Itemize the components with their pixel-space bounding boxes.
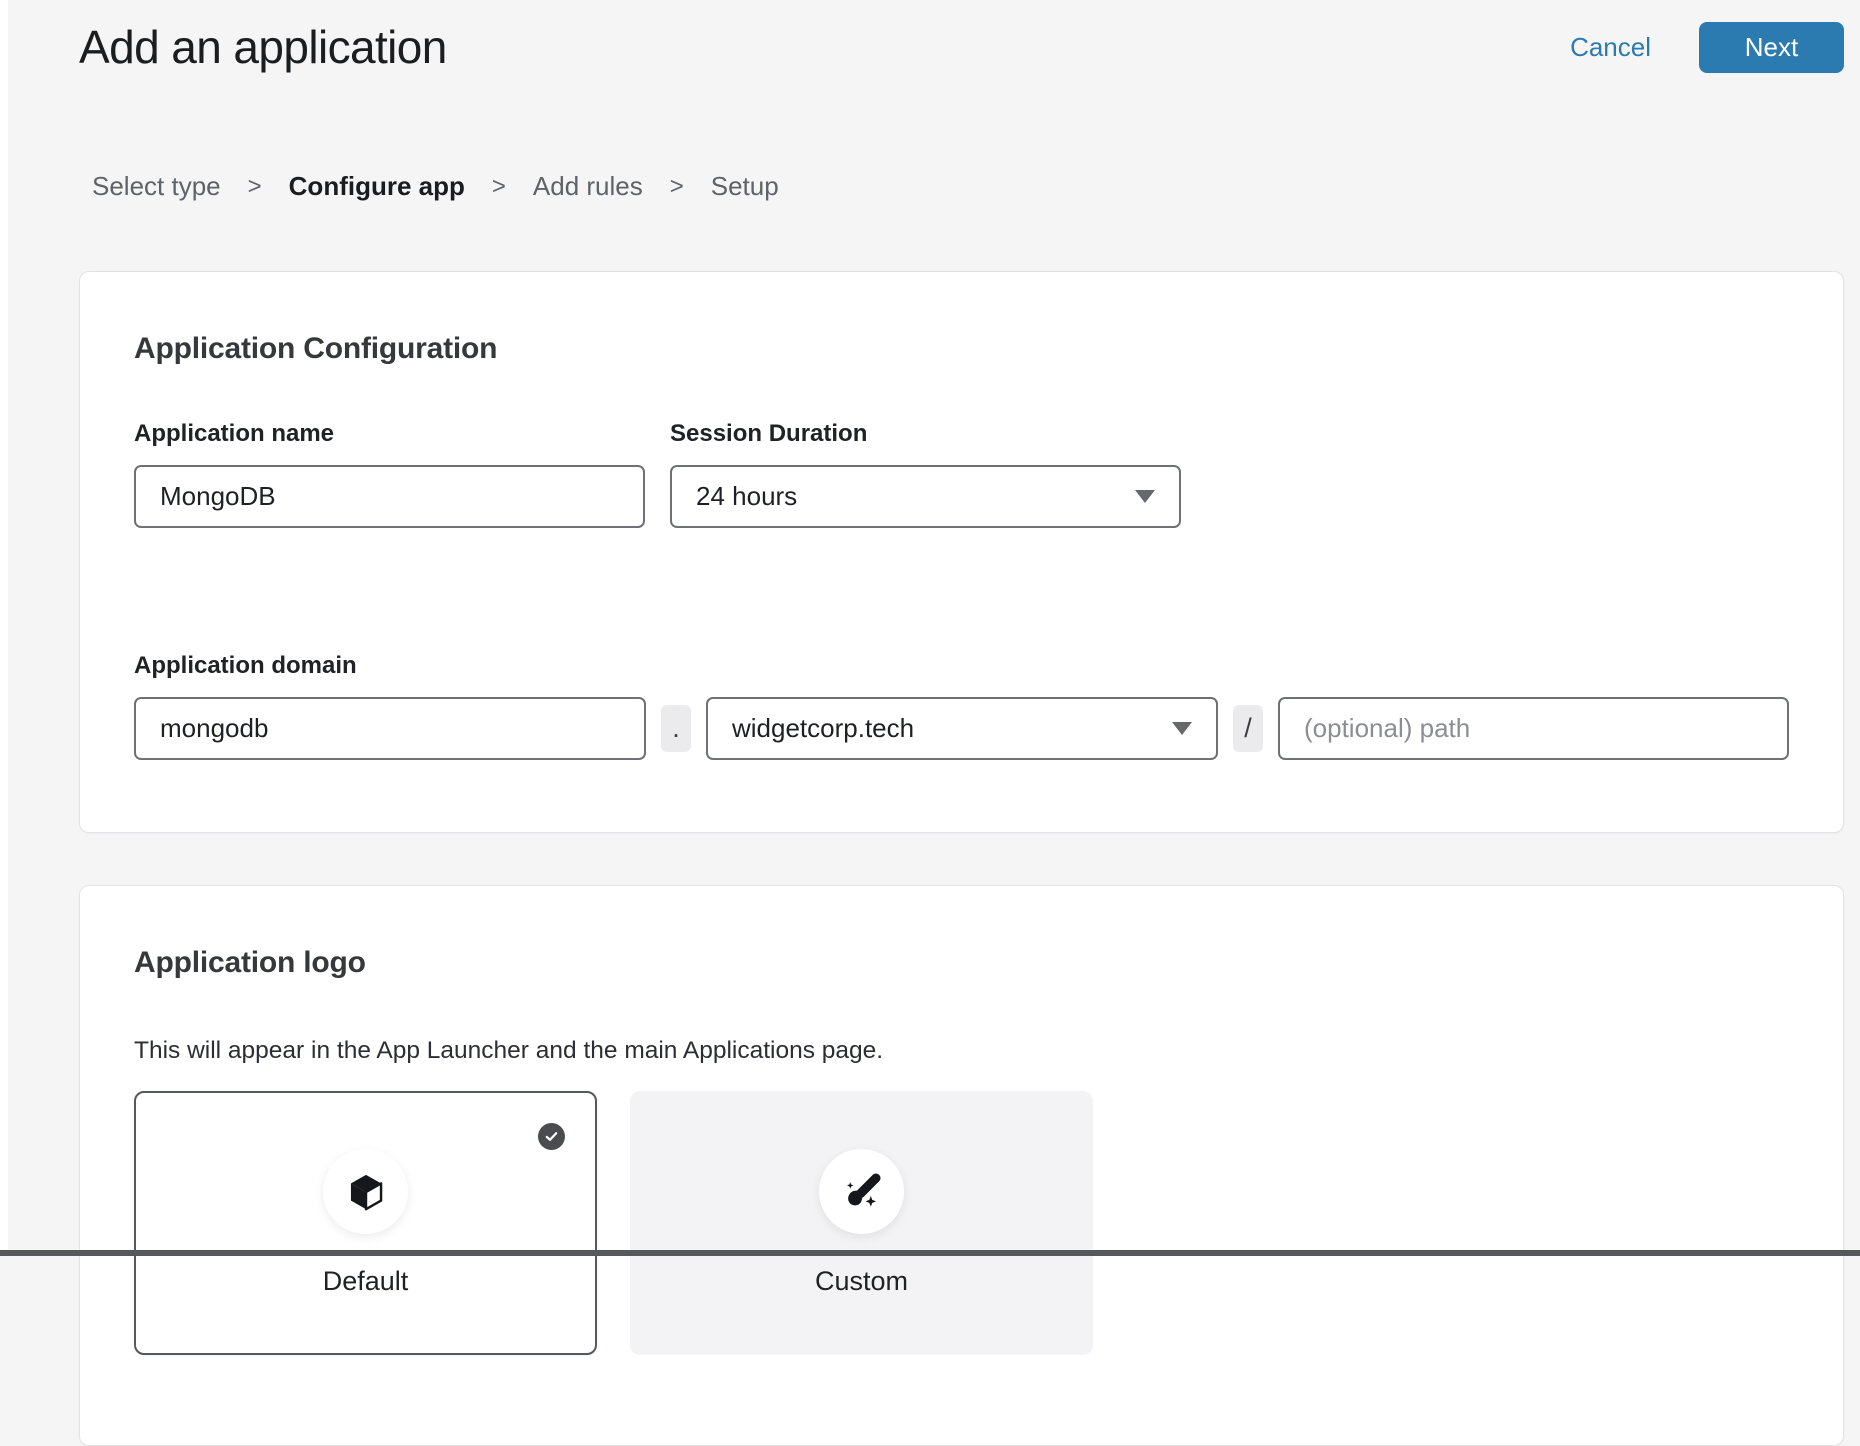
step-add-rules[interactable]: Add rules xyxy=(533,171,643,202)
wizard-steps: Select type > Configure app > Add rules … xyxy=(79,171,1844,202)
slash-separator: / xyxy=(1233,705,1263,752)
main-content: Add an application Cancel Next Select ty… xyxy=(79,0,1844,1446)
left-edge-strip xyxy=(0,0,8,1256)
page-title: Add an application xyxy=(79,20,447,74)
dot-separator: . xyxy=(661,705,691,752)
default-logo-option[interactable]: Default xyxy=(134,1091,597,1355)
bottom-edge-bar xyxy=(0,1250,1860,1256)
configuration-section-title: Application Configuration xyxy=(134,332,1789,366)
cube-icon xyxy=(345,1171,387,1213)
header-actions: Cancel Next xyxy=(1564,22,1844,73)
domain-select-value: widgetcorp.tech xyxy=(732,713,914,744)
step-separator-icon: > xyxy=(492,173,506,201)
path-input[interactable] xyxy=(1278,697,1789,760)
page-header: Add an application Cancel Next xyxy=(79,20,1844,74)
step-separator-icon: > xyxy=(248,173,262,201)
application-logo-card: Application logo This will appear in the… xyxy=(79,885,1844,1446)
session-duration-value: 24 hours xyxy=(696,481,797,512)
session-duration-field: Session Duration 24 hours xyxy=(670,420,1181,528)
chevron-down-icon xyxy=(1135,490,1155,503)
selected-check-icon xyxy=(538,1123,565,1150)
domain-select[interactable]: widgetcorp.tech xyxy=(706,697,1218,760)
paintbrush-icon xyxy=(840,1170,884,1214)
logo-options-row: Default Custom xyxy=(134,1091,1789,1355)
logo-description: This will appear in the App Launcher and… xyxy=(134,1037,1789,1065)
application-domain-row: . widgetcorp.tech / xyxy=(134,697,1789,760)
application-name-label: Application name xyxy=(134,420,645,448)
step-separator-icon: > xyxy=(670,173,684,201)
default-logo-label: Default xyxy=(136,1266,595,1297)
subdomain-input[interactable] xyxy=(134,697,646,760)
step-setup[interactable]: Setup xyxy=(711,171,779,202)
custom-logo-option[interactable]: Custom xyxy=(630,1091,1093,1355)
page: { "header": { "title": "Add an applicati… xyxy=(0,0,1860,1256)
cancel-button[interactable]: Cancel xyxy=(1564,31,1657,64)
next-button[interactable]: Next xyxy=(1699,22,1844,73)
application-name-field: Application name xyxy=(134,420,645,528)
chevron-down-icon xyxy=(1172,722,1192,735)
session-duration-label: Session Duration xyxy=(670,420,1181,448)
step-configure-app[interactable]: Configure app xyxy=(289,171,465,202)
application-configuration-card: Application Configuration Application na… xyxy=(79,271,1844,833)
name-duration-row: Application name Session Duration 24 hou… xyxy=(134,420,1789,528)
custom-logo-circle xyxy=(819,1149,904,1234)
application-name-input[interactable] xyxy=(134,465,645,528)
default-logo-circle xyxy=(323,1149,408,1234)
logo-section-title: Application logo xyxy=(134,946,1789,980)
session-duration-select[interactable]: 24 hours xyxy=(670,465,1181,528)
step-select-type[interactable]: Select type xyxy=(92,171,221,202)
custom-logo-label: Custom xyxy=(632,1266,1091,1297)
application-domain-label: Application domain xyxy=(134,652,1789,680)
